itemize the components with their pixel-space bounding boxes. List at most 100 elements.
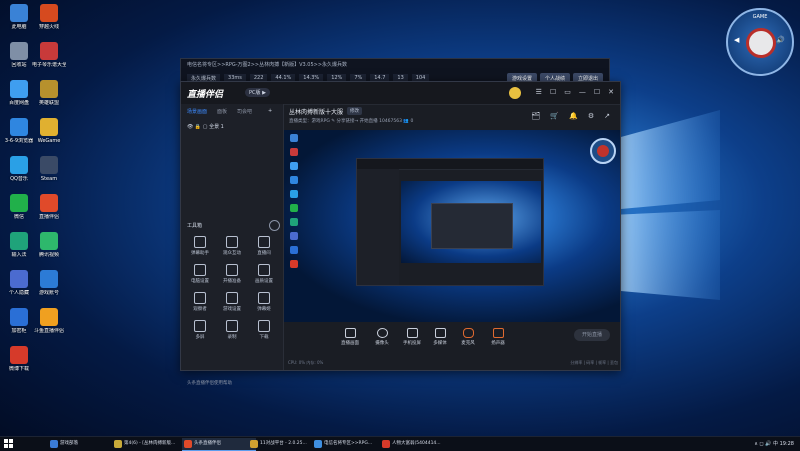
desktop-icon[interactable]: 个人隐藏 — [2, 270, 36, 296]
tool-item[interactable]: 观察者 — [185, 292, 215, 312]
help-link[interactable]: 头条直播伴侣使用帮助 — [187, 380, 232, 386]
share-icon[interactable]: ↗ — [604, 112, 610, 120]
live-companion-icon — [40, 194, 58, 212]
floating-game-widget[interactable]: GAME ◀ 🔊 — [726, 8, 794, 76]
collapse-icon[interactable]: ◀ — [734, 36, 742, 44]
bell-icon[interactable]: 🔔 — [569, 112, 578, 120]
live-companion-window[interactable]: 直播伴侣 PC版 ▶ ☰ ☐ ▭ — ☐ ✕ 场景画面 面板 司会吧 + 👁 🔒… — [180, 81, 621, 386]
room-title: 丛林肉搏新版十大服 — [289, 109, 344, 116]
taskbar-item[interactable]: 电信名将专区>>RPG... — [312, 438, 386, 450]
taskbar-item[interactable]: 人物大富翁(5404414... — [380, 438, 454, 450]
tab-host[interactable]: 司会吧 — [237, 108, 252, 115]
tab-panel[interactable]: 面板 — [217, 108, 227, 115]
version-badge[interactable]: PC版 ▶ — [245, 88, 270, 97]
tool-item[interactable]: 多屏 — [185, 320, 215, 340]
desktop-icon[interactable]: WeGame — [32, 118, 66, 144]
desktop-icon-label: 输入法 — [11, 252, 27, 258]
desktop-icon[interactable]: Steam — [32, 156, 66, 182]
desktop-icon[interactable]: 3-6-9浏览器 — [2, 118, 36, 144]
desktop-icon[interactable]: 穿越火线 — [32, 4, 66, 30]
desktop-icon[interactable]: 电子琴乐谱大全 — [32, 42, 66, 68]
speaker-button[interactable]: 扬声器 — [484, 328, 512, 346]
microphone-button[interactable]: 麦克风 — [454, 328, 482, 346]
desktop-icon[interactable]: 斗鱼直播伴侣 — [32, 308, 66, 334]
desktop-icon[interactable]: 微信 — [2, 194, 36, 220]
desktop-icon[interactable]: 回收站 — [2, 42, 36, 68]
title-bar[interactable]: 直播伴侣 PC版 ▶ ☰ ☐ ▭ — ☐ ✕ — [181, 82, 620, 105]
maximize-icon[interactable]: ☐ — [594, 88, 600, 96]
desktop-icon[interactable]: 微博下载 — [2, 346, 36, 372]
taskbar-item[interactable]: 第4(6) - [丛林肉搏新版... — [112, 438, 186, 450]
minimize-icon[interactable]: — — [579, 88, 586, 96]
task-icon[interactable]: 🗂 — [532, 112, 541, 120]
volume-icon[interactable]: 🔊 — [776, 36, 785, 44]
game-widget-icon[interactable] — [590, 138, 616, 164]
stream-preview[interactable] — [284, 130, 620, 322]
taskbar: 游戏部落 第4(6) - [丛林肉搏新版... 头条直播伴侣 11对战平台 - 2.0… — [0, 436, 800, 451]
taskbar-item-label: 第4(6) - [丛林肉搏新版... — [124, 441, 176, 446]
tool-label: 直播间 — [257, 251, 271, 256]
taskbar-item[interactable]: 头条直播伴侣 — [182, 438, 256, 451]
tool-item[interactable]: 下载 — [249, 320, 279, 340]
desktop-icon[interactable]: 游戏账号 — [32, 270, 66, 296]
menu-icon[interactable]: ☰ — [536, 88, 542, 96]
app-icon — [184, 440, 192, 448]
system-tray[interactable]: ∧ ◻ 🔊 中 19:28 — [754, 438, 794, 450]
gear-icon[interactable]: ⚙ — [588, 112, 594, 120]
feedback-icon[interactable]: ☐ — [550, 88, 556, 96]
media-button[interactable]: 多媒体 — [426, 328, 454, 346]
desktop-icon[interactable]: QQ音乐 — [2, 156, 36, 182]
wegame-icon — [40, 118, 58, 136]
start-live-button[interactable]: 开始直播 — [574, 329, 610, 341]
taskbar-item[interactable]: 游戏部落 — [48, 438, 122, 450]
music-app-icon — [40, 42, 58, 60]
desktop-icon[interactable]: 输入法 — [2, 232, 36, 258]
desktop-icon[interactable]: 此电脑 — [2, 4, 36, 30]
tool-item[interactable]: 电脑设置 — [185, 264, 215, 284]
edit-title-button[interactable]: 修改 — [347, 107, 362, 115]
toolbox-settings-icon[interactable] — [269, 220, 280, 231]
desktop-icon-label: 个人隐藏 — [8, 290, 29, 296]
add-scene-icon[interactable]: + — [268, 108, 272, 115]
avatar[interactable] — [509, 87, 521, 99]
room-info: 直播类型：游戏RPG ✎ 分享链接→ 开始直播 10467563 👥 0 — [289, 119, 414, 124]
app-logo: 直播伴侣 — [187, 90, 224, 100]
desktop-icon[interactable]: 直播伴侣 — [32, 194, 66, 220]
desktop-icon-label: 百度网盘 — [8, 100, 29, 106]
tool-icon — [226, 292, 238, 304]
screen-capture-button[interactable]: 直播画面 — [336, 328, 364, 346]
tool-item[interactable]: 录制 — [217, 320, 247, 340]
shop-icon[interactable]: 🛒 — [550, 112, 559, 120]
tool-item[interactable]: 弹幕助手 — [185, 236, 215, 256]
tool-icon — [258, 236, 270, 248]
tool-label: 游戏设置 — [223, 307, 241, 312]
window-controls: ☰ ☐ ▭ — ☐ ✕ — [536, 88, 614, 96]
lock-app-icon — [10, 308, 28, 326]
tool-item[interactable]: 画质设置 — [249, 264, 279, 284]
tool-item[interactable]: 弹幕姬 — [249, 292, 279, 312]
desktop-icon[interactable]: 腾讯视频 — [32, 232, 66, 258]
phone-cast-button[interactable]: 手机投屏 — [398, 328, 426, 346]
windows-start-icon[interactable] — [4, 439, 13, 448]
camera-button[interactable]: 摄像头 — [368, 328, 396, 346]
desktop-icon[interactable]: 百度网盘 — [2, 80, 36, 106]
desktop-icon[interactable]: 加密柜 — [2, 308, 36, 334]
tool-item[interactable]: 开播准备 — [217, 264, 247, 284]
desktop-icon-label: 腾讯视频 — [38, 252, 59, 258]
scene-label: 全景 1 — [209, 124, 224, 130]
tab-scene[interactable]: 场景画面 — [187, 108, 207, 115]
preview-desktop-icons — [288, 134, 308, 274]
desktop-icon[interactable]: 英雄联盟 — [32, 80, 66, 106]
taskbar-item-label: 头条直播伴侣 — [194, 441, 221, 446]
cf-game-icon — [40, 4, 58, 22]
skin-icon[interactable]: ▭ — [564, 88, 571, 96]
tool-item[interactable]: 游戏设置 — [217, 292, 247, 312]
desktop-icon-label: 英雄联盟 — [38, 100, 59, 106]
tool-item[interactable]: 观众互动 — [217, 236, 247, 256]
desktop-icon-label: 回收站 — [11, 62, 27, 68]
scene-item[interactable]: 👁 🔒 ▢ 全景 1 — [181, 119, 283, 134]
taskbar-item-label: 游戏部落 — [60, 441, 78, 446]
taskbar-item[interactable]: 11对战平台 - 2.0.25... — [248, 438, 322, 450]
tool-item[interactable]: 直播间 — [249, 236, 279, 256]
close-icon[interactable]: ✕ — [608, 88, 614, 96]
